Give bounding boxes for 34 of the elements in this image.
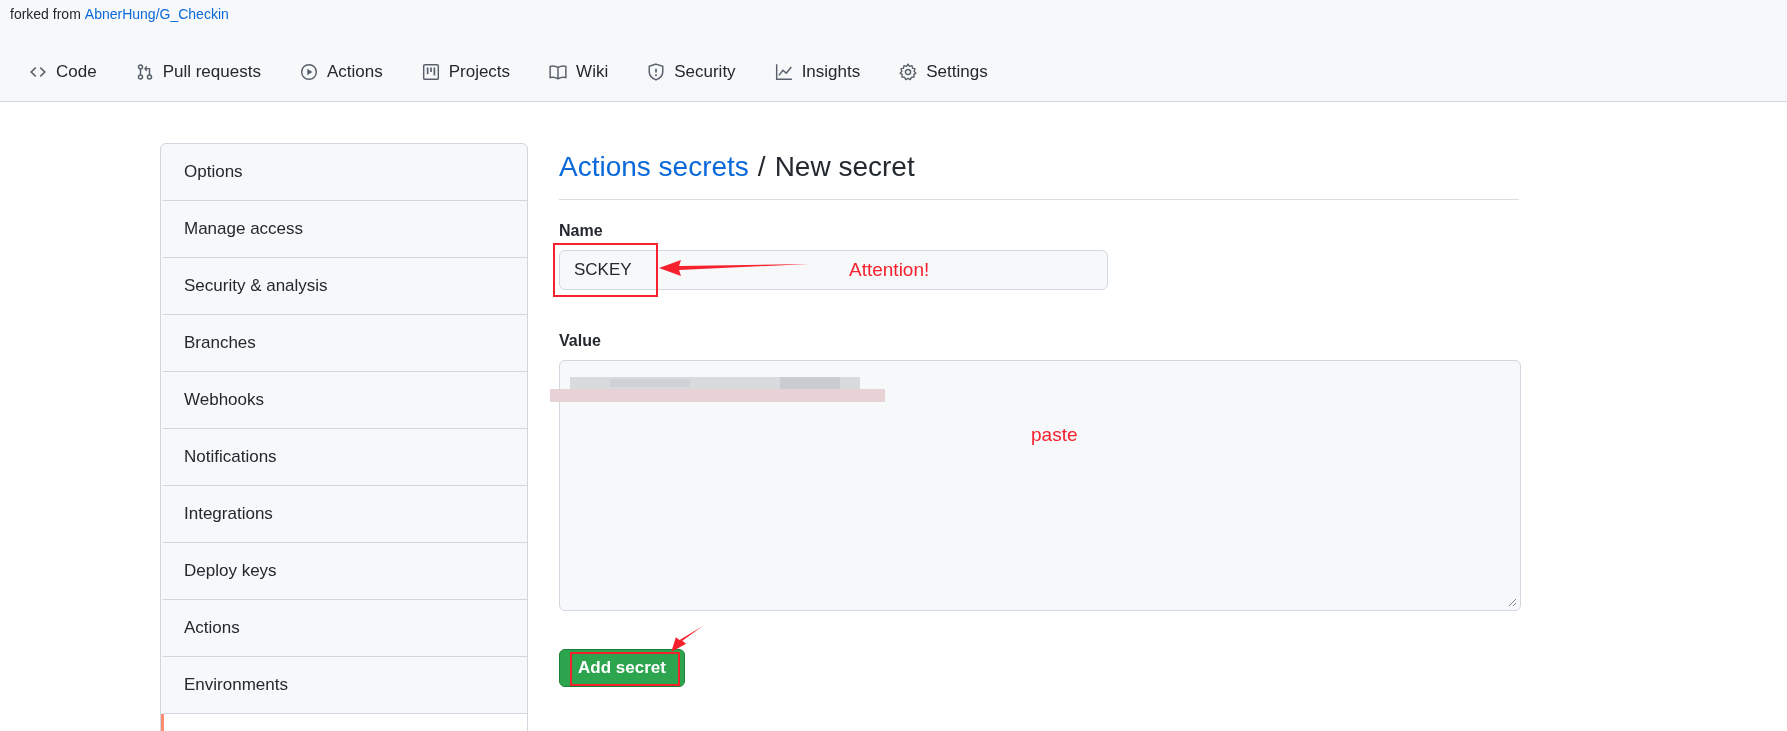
repo-tab[interactable]: Security [628, 52, 756, 96]
repo-tab[interactable]: Actions [280, 52, 403, 96]
resize-grip-icon[interactable] [1508, 598, 1517, 607]
shield-icon [647, 63, 666, 81]
project-icon [421, 63, 440, 81]
sidebar-item[interactable]: Security & analysis [161, 258, 527, 315]
fork-note: forked from [10, 6, 81, 22]
sidebar-item[interactable]: Branches [161, 315, 527, 372]
breadcrumb-separator: / [757, 151, 766, 183]
breadcrumb-link[interactable]: Actions secrets [559, 151, 749, 183]
repo-tab[interactable]: Insights [755, 52, 881, 96]
gear-icon [899, 63, 918, 81]
repo-tab[interactable]: Settings [880, 52, 1008, 96]
graph-icon [774, 63, 793, 81]
repo-tab[interactable]: Code [10, 52, 117, 96]
sidebar-item[interactable]: Integrations [161, 486, 527, 543]
annotation-note: paste [1031, 424, 1078, 446]
sidebar-item[interactable]: Manage access [161, 201, 527, 258]
repo-tab[interactable]: Wiki [530, 52, 629, 96]
sidebar-item[interactable]: Options [161, 144, 527, 201]
sidebar-item[interactable]: Actions [161, 600, 527, 657]
book-icon [549, 63, 568, 81]
page-title: New secret [774, 151, 915, 183]
field-label: Value [559, 332, 601, 350]
fork-link[interactable]: AbnerHung/G_Checkin [84, 6, 229, 22]
sidebar-item[interactable]: Deploy keys [161, 543, 527, 600]
sidebar-item[interactable]: Notifications [161, 429, 527, 486]
annotation-note: Attention! [849, 259, 930, 281]
pr-icon [135, 63, 154, 81]
field-label: Name [559, 222, 603, 240]
repo-tab[interactable]: Projects [402, 52, 531, 96]
sidebar-item[interactable]: Webhooks [161, 372, 527, 429]
repo-tab[interactable]: Pull requests [116, 52, 281, 96]
play-icon [299, 63, 318, 81]
